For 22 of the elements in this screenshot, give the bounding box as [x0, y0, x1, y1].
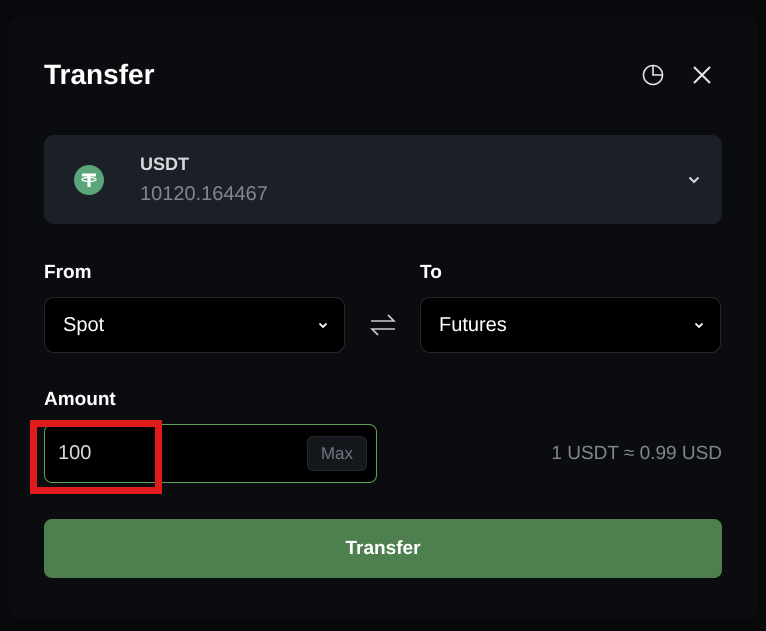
- from-select[interactable]: Spot: [44, 297, 345, 353]
- exchange-rate: 1 USDT ≈ 0.99 USD: [551, 442, 722, 464]
- pie-chart-icon: [642, 64, 664, 86]
- from-label: From: [44, 262, 92, 284]
- close-icon: [692, 65, 712, 85]
- transfer-button[interactable]: Transfer: [44, 519, 722, 578]
- max-button[interactable]: Max: [306, 436, 367, 471]
- chevron-down-icon: [694, 322, 704, 328]
- asset-selector[interactable]: USDT 10120.164467: [44, 135, 722, 224]
- swap-arrows-icon[interactable]: [370, 314, 396, 336]
- tether-coin-icon: [74, 164, 104, 194]
- to-select[interactable]: Futures: [420, 297, 721, 353]
- close-button[interactable]: [692, 65, 712, 85]
- dialog-title: Transfer: [44, 59, 154, 91]
- chevron-down-icon: [318, 322, 328, 328]
- history-button[interactable]: [642, 64, 664, 86]
- amount-field[interactable]: 100 Max: [44, 424, 377, 483]
- amount-label: Amount: [44, 389, 117, 411]
- chevron-down-icon: [688, 176, 700, 184]
- to-label: To: [420, 262, 443, 284]
- asset-symbol: USDT: [140, 154, 190, 174]
- asset-balance: 10120.164467: [140, 182, 269, 206]
